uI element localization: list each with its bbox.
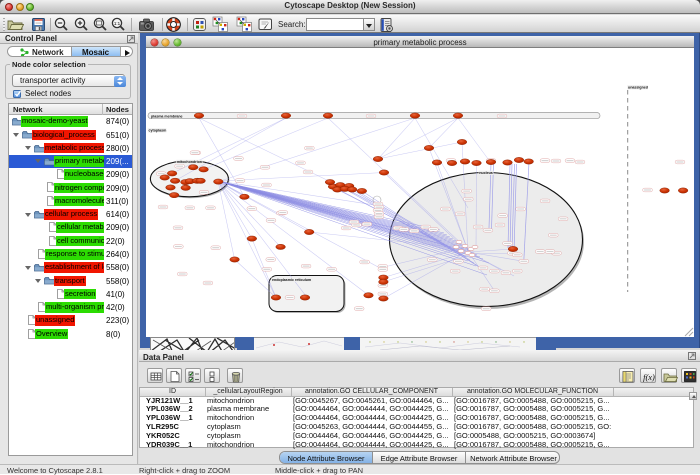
svg-text:cytoplasm: cytoplasm: [149, 129, 167, 133]
svg-text:nucleus: nucleus: [479, 171, 493, 175]
svg-text:unassigned: unassigned: [628, 86, 648, 90]
svg-text:endoplasmic reticulum: endoplasmic reticulum: [272, 278, 311, 282]
svg-text:plasma membrane: plasma membrane: [151, 114, 183, 118]
svg-text:1:1: 1:1: [114, 21, 121, 26]
svg-text:mitochondrion: mitochondrion: [177, 160, 202, 164]
svg-text:f(x): f(x): [643, 372, 655, 382]
